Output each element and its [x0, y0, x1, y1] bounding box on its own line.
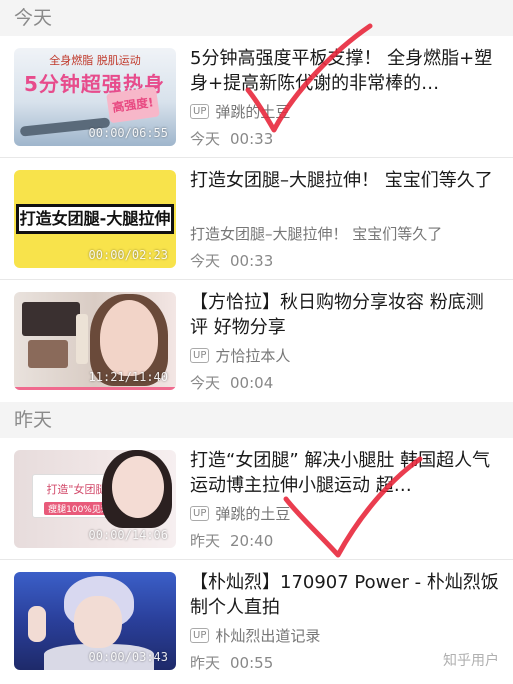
uploader-name: 弹跳的土豆: [215, 504, 291, 523]
up-badge: UP: [190, 627, 210, 643]
uploader-name: 弹跳的土豆: [215, 102, 291, 121]
watch-time: 今天 00:33: [190, 128, 499, 149]
thumbnail-title: 打造女团腿-大腿拉伸: [16, 204, 174, 234]
watch-clock: 20:40: [230, 532, 274, 550]
history-item[interactable]: 00:00/03:43 【朴灿烈】170907 Power - 朴灿烈饭制个人直…: [0, 560, 513, 682]
thumbnail-person-face: [112, 456, 164, 518]
watch-date: 昨天: [190, 532, 221, 550]
thumbnail-person-face: [100, 300, 158, 376]
video-thumbnail[interactable]: 打造女团腿-大腿拉伸 00:00/02:23: [14, 170, 176, 268]
progress-time: 00:00/02:23: [88, 248, 168, 262]
uploader-row[interactable]: UP 弹跳的土豆: [190, 100, 499, 122]
video-thumbnail[interactable]: 00:00/03:43: [14, 572, 176, 670]
video-title[interactable]: 【方恰拉】秋日购物分享妆容 粉底测评 好物分享: [190, 290, 499, 340]
thumbnail-product: [28, 340, 68, 368]
history-item[interactable]: 打造女团腿-大腿拉伸 00:00/02:23 打造女团腿–大腿拉伸！ 宝宝们等久…: [0, 158, 513, 280]
uploader-name: 朴灿烈出道记录: [215, 626, 321, 645]
watch-clock: 00:55: [230, 654, 274, 672]
watch-date: 今天: [190, 252, 221, 270]
watch-clock: 00:33: [230, 130, 274, 148]
watch-date: 今天: [190, 130, 221, 148]
video-thumbnail[interactable]: 11:21/11:40: [14, 292, 176, 390]
item-info: 打造“女团腿” 解决小腿肚 韩国超人气运动博主拉伸小腿运动 超… UP 弹跳的土…: [190, 448, 499, 559]
watch-date: 昨天: [190, 654, 221, 672]
video-thumbnail[interactable]: 全身燃脂 脱肌运动 5分钟超强热身 高强度! 00:00/06:55: [14, 48, 176, 146]
thumbnail-person-face: [74, 596, 122, 648]
watch-date: 今天: [190, 374, 221, 392]
up-badge: UP: [190, 505, 210, 521]
item-info: 打造女团腿–大腿拉伸！ 宝宝们等久了 打造女团腿–大腿拉伸！ 宝宝们等久了 今天…: [190, 168, 499, 279]
watch-time: 昨天 20:40: [190, 530, 499, 551]
watch-progress-bar: [14, 387, 176, 390]
video-title[interactable]: 打造“女团腿” 解决小腿肚 韩国超人气运动博主拉伸小腿运动 超…: [190, 448, 499, 498]
video-title[interactable]: 5分钟高强度平板支撑！ 全身燃脂+塑身+提高新陈代谢的非常棒的…: [190, 46, 499, 96]
up-badge: UP: [190, 103, 210, 119]
watch-clock: 00:04: [230, 374, 274, 392]
progress-time: 11:21/11:40: [88, 370, 168, 384]
thumbnail-caption: 全身燃脂 脱肌运动: [49, 54, 141, 67]
video-title[interactable]: 【朴灿烈】170907 Power - 朴灿烈饭制个人直拍: [190, 570, 499, 620]
progress-time: 00:00/14:06: [88, 528, 168, 542]
thumbnail-product: [76, 314, 88, 364]
history-item[interactable]: 全身燃脂 脱肌运动 5分钟超强热身 高强度! 00:00/06:55 5分钟高强…: [0, 36, 513, 158]
watermark: 知乎用户: [443, 653, 499, 669]
thumbnail-product: [22, 302, 80, 336]
item-info: 5分钟高强度平板支撑！ 全身燃脂+塑身+提高新陈代谢的非常棒的… UP 弹跳的土…: [190, 46, 499, 157]
uploader-name: 方恰拉本人: [215, 346, 291, 365]
uploader-row[interactable]: UP 弹跳的土豆: [190, 502, 499, 524]
thumbnail-person-hand: [28, 606, 46, 642]
uploader-row[interactable]: 打造女团腿–大腿拉伸！ 宝宝们等久了: [190, 222, 499, 244]
section-header-today: 今天: [0, 0, 513, 36]
history-item[interactable]: 打造"女团腿" 瘦腿100%见效 00:00/14:06 打造“女团腿” 解决小…: [0, 438, 513, 560]
watch-clock: 00:33: [230, 252, 274, 270]
video-title[interactable]: 打造女团腿–大腿拉伸！ 宝宝们等久了: [190, 168, 499, 218]
progress-time: 00:00/03:43: [88, 650, 168, 664]
uploader-name: 打造女团腿–大腿拉伸！ 宝宝们等久了: [190, 224, 443, 243]
up-badge: UP: [190, 347, 210, 363]
thumbnail-badge: 高强度!: [106, 86, 160, 124]
uploader-row[interactable]: UP 方恰拉本人: [190, 344, 499, 366]
item-info: 【方恰拉】秋日购物分享妆容 粉底测评 好物分享 UP 方恰拉本人 今天 00:04: [190, 290, 499, 402]
video-thumbnail[interactable]: 打造"女团腿" 瘦腿100%见效 00:00/14:06: [14, 450, 176, 548]
progress-time: 00:00/06:55: [88, 126, 168, 140]
uploader-row[interactable]: UP 朴灿烈出道记录: [190, 624, 499, 646]
watch-time: 今天 00:04: [190, 372, 499, 393]
watch-time: 今天 00:33: [190, 250, 499, 271]
section-header-yesterday: 昨天: [0, 402, 513, 438]
history-item[interactable]: 11:21/11:40 【方恰拉】秋日购物分享妆容 粉底测评 好物分享 UP 方…: [0, 280, 513, 402]
